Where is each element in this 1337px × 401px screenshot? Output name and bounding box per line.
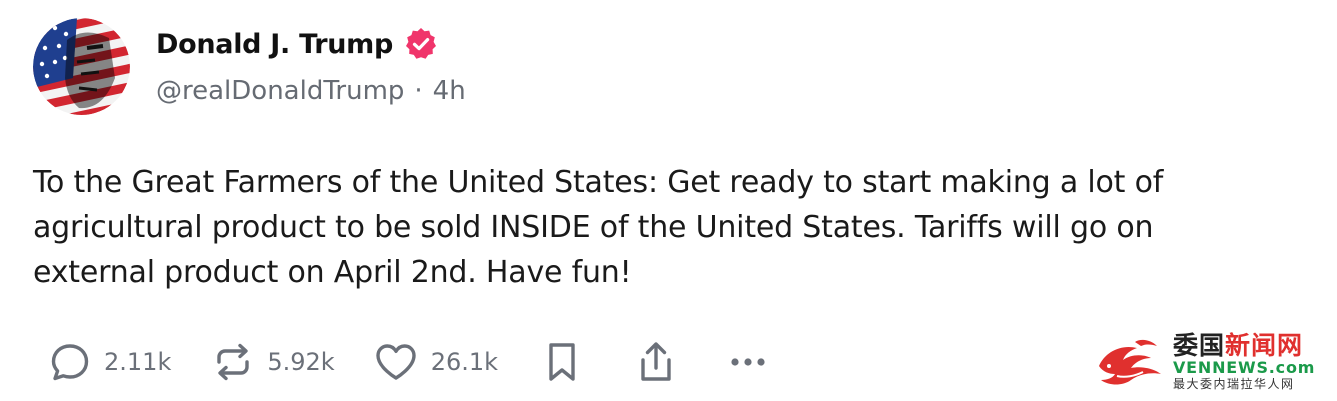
heart-icon xyxy=(375,344,416,380)
author-row: Donald J. Trump xyxy=(156,24,439,64)
watermark-tagline: 最大委内瑞拉华人网 xyxy=(1173,377,1295,391)
bookmark-icon xyxy=(549,343,575,381)
reply-icon xyxy=(51,344,89,381)
repost-count: 5.92k xyxy=(267,348,335,376)
watermark-title: 委国新闻网 xyxy=(1173,332,1303,360)
like-count: 26.1k xyxy=(430,348,499,376)
meta-separator: · xyxy=(414,76,423,106)
repost-button[interactable]: 5.92k xyxy=(211,340,335,384)
watermark-domain: VENNEWS.com xyxy=(1173,358,1316,377)
post-timestamp[interactable]: 4h xyxy=(433,76,466,106)
watermark-title-part1: 委国 xyxy=(1173,331,1226,360)
like-button[interactable]: 26.1k xyxy=(373,340,498,384)
repost-icon xyxy=(217,343,250,381)
post-card: Donald J. Trump @realDonaldTrump · 4h To… xyxy=(0,0,1337,401)
watermark: 委国新闻网 VENNEWS.com 最大委内瑞拉华人网 xyxy=(1095,332,1331,394)
dragon-logo-icon xyxy=(1099,339,1161,385)
action-bar: 2.11k 5.92k 26.1k xyxy=(48,336,770,388)
avatar[interactable] xyxy=(33,18,130,115)
author-meta: @realDonaldTrump · 4h xyxy=(156,76,466,106)
more-options-button[interactable] xyxy=(726,340,770,384)
watermark-title-part2: 新闻网 xyxy=(1225,331,1304,360)
author-display-name[interactable]: Donald J. Trump xyxy=(156,29,393,60)
verified-badge-icon xyxy=(403,26,439,62)
author-handle[interactable]: @realDonaldTrump xyxy=(156,76,404,106)
avatar-image xyxy=(33,18,130,115)
share-icon xyxy=(641,342,671,381)
more-icon xyxy=(731,358,765,366)
reply-count: 2.11k xyxy=(104,348,172,376)
share-button[interactable] xyxy=(634,339,678,385)
post-text: To the Great Farmers of the United State… xyxy=(33,165,1164,290)
bookmark-button[interactable] xyxy=(542,339,582,385)
reply-button[interactable]: 2.11k xyxy=(48,340,171,384)
